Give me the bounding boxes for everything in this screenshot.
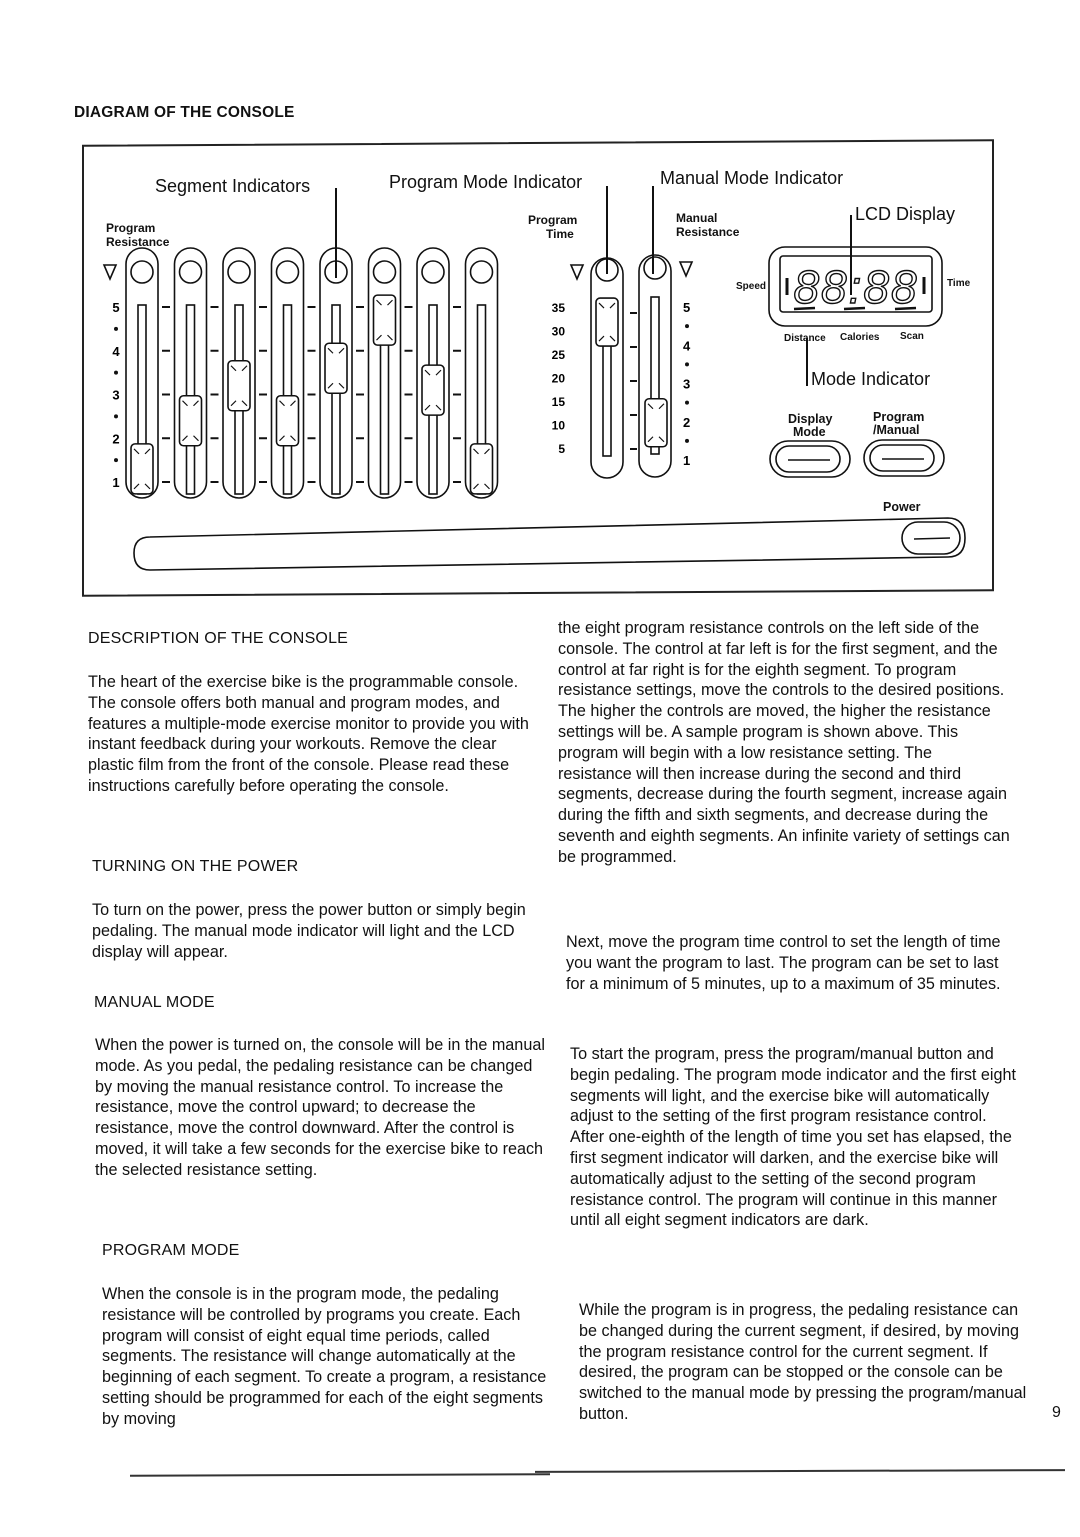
segment-indicator-light [275, 260, 300, 284]
manual-scale-tick: 1 [683, 453, 690, 468]
resistance-scale-tick: 4 [112, 344, 120, 359]
lcd-speed-label: Speed [736, 281, 767, 292]
lcd-time-label: Time [947, 278, 971, 289]
power-label: Power [883, 500, 921, 514]
lcd-mode-marker [843, 306, 866, 311]
resistance-scale-tick: 1 [112, 475, 119, 490]
segment-slider-housing [367, 247, 402, 499]
program-manual-button[interactable] [866, 442, 940, 472]
lcd-digits: 88:88 [793, 261, 918, 313]
time-scale-tick: 15 [552, 395, 566, 409]
segment-slider-knob[interactable] [421, 364, 445, 416]
scale-dot [685, 324, 689, 329]
segment-slider-knob[interactable] [372, 294, 397, 346]
scale-dot [685, 400, 689, 405]
program-body-right-2: Next, move the program time control to s… [566, 933, 1001, 993]
segment-slider-knob[interactable] [130, 443, 154, 495]
bottom-rule-left [129, 1473, 551, 1477]
lcd-scan-label: Scan [900, 331, 924, 342]
time-scale-tick: 30 [552, 325, 566, 339]
manual-scale-tick: 4 [683, 338, 691, 353]
time-scale-tick: 5 [558, 442, 565, 456]
resistance-scale-tick: 3 [112, 388, 119, 403]
program-body-right-4: While the program is in progress, the pe… [579, 1301, 1027, 1423]
segment-indicator-light [227, 260, 251, 284]
segment-slider-knob[interactable] [469, 443, 494, 495]
segment-slider-knob[interactable] [275, 394, 300, 447]
scale-dot [685, 362, 689, 367]
time-scale-tick: 35 [552, 301, 566, 315]
resistance-scale-tick: 5 [112, 300, 119, 315]
program-body-left: When the console is in the program mode,… [102, 1285, 547, 1428]
power-bar [133, 517, 966, 571]
down-triangle-icon [678, 261, 694, 279]
program-mode-indicator-light [595, 258, 619, 282]
manual-scale-tick: 2 [683, 415, 690, 430]
resistance-scale-tick: 2 [112, 431, 119, 446]
scale-dot [114, 414, 118, 419]
scale-dot [114, 326, 118, 331]
segment-slider-housing [270, 247, 305, 499]
program-manual-label-2: /Manual [873, 423, 920, 437]
manual-slider-knob[interactable] [644, 397, 668, 448]
manual-body: When the power is turned on, the console… [95, 1036, 545, 1179]
scale-dot [114, 370, 118, 375]
segment-indicator-light [469, 260, 494, 284]
time-slider-knob[interactable] [595, 297, 619, 347]
time-scale-tick: 25 [552, 348, 566, 362]
manual-mode-indicator-light [643, 256, 667, 280]
lcd-calories-label: Calories [840, 332, 880, 343]
scale-dot [685, 438, 689, 443]
segment-slider-track [331, 304, 341, 495]
segment-slider-knob[interactable] [324, 342, 348, 395]
description-body: The heart of the exercise bike is the pr… [88, 673, 529, 795]
lcd-mode-marker [894, 306, 917, 311]
time-slider-housing [590, 257, 624, 479]
bottom-rule-right [534, 1469, 1066, 1473]
page-number: 9 [1052, 1404, 1061, 1421]
mode-indicator-label: Mode Indicator [811, 369, 931, 389]
segment-slider-knob[interactable] [227, 359, 251, 412]
lcd-distance-label: Distance [784, 333, 826, 344]
lcd-mode-marker [793, 306, 816, 311]
time-scale-tick: 20 [552, 372, 566, 386]
program-body-right-3: To start the program, press the program/… [570, 1045, 1017, 1230]
segment-indicator-light [130, 260, 154, 284]
power-body: To turn on the power, press the power bu… [92, 901, 526, 961]
segment-indicator-light [324, 260, 348, 284]
program-body-right-1: the eight program resistance controls on… [558, 619, 1010, 866]
manual-scale-tick: 5 [683, 300, 690, 315]
scale-dot [114, 458, 118, 463]
mode-indicator-leader [806, 338, 808, 386]
power-button[interactable] [898, 522, 960, 554]
manual-scale-tick: 3 [683, 377, 690, 392]
segment-indicator-light [421, 260, 445, 284]
display-mode-label-2: Mode [793, 425, 826, 439]
down-triangle-icon [102, 264, 118, 282]
power-heading: TURNING ON THE POWER [92, 858, 299, 875]
segment-indicator-light [372, 260, 397, 284]
segment-indicator-light [178, 260, 203, 284]
time-scale-tick: 10 [552, 419, 566, 433]
down-triangle-icon [569, 264, 585, 282]
description-heading: DESCRIPTION OF THE CONSOLE [88, 630, 349, 647]
display-mode-button[interactable] [773, 444, 845, 474]
program-heading: PROGRAM MODE [102, 1242, 240, 1259]
manual-heading: MANUAL MODE [94, 994, 215, 1011]
segment-slider-knob[interactable] [178, 394, 203, 447]
segment-slider-housing [173, 247, 208, 499]
